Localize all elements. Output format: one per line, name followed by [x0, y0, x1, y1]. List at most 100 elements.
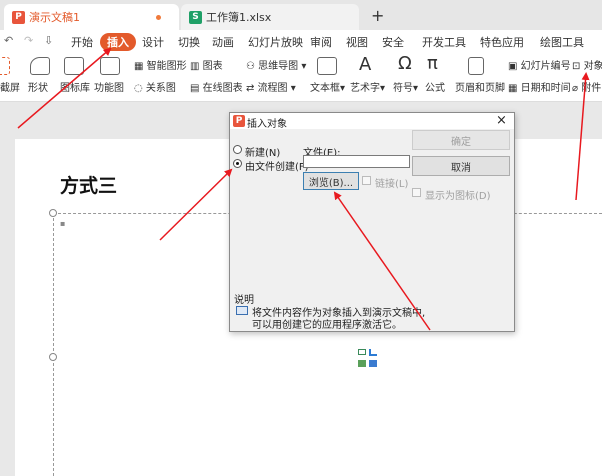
datetime-button[interactable]: ▦ 日期和时间: [508, 79, 571, 94]
tab-document[interactable]: P 演示文稿1: [4, 4, 179, 30]
flowchart-icon: ⇄: [246, 83, 258, 94]
resize-handle-left[interactable]: [49, 353, 57, 361]
mind-map-icon: ⚇: [246, 61, 259, 72]
menu-slideshow[interactable]: 幻灯片放映: [248, 34, 303, 50]
new-tab-button[interactable]: +: [371, 6, 384, 25]
close-icon[interactable]: ×: [496, 113, 507, 128]
file-path-field[interactable]: [303, 155, 410, 168]
header-footer-button[interactable]: 页眉和页脚: [455, 79, 505, 94]
wordart-label: 艺术字: [350, 83, 380, 94]
function-chart-icon: [100, 57, 120, 75]
table-icon[interactable]: [358, 349, 366, 355]
chart-placeholder-icon[interactable]: [369, 349, 377, 356]
presentation-icon: P: [12, 10, 25, 24]
shapes-icon: [30, 57, 50, 75]
ribbon: 截屏 形状 图标库 功能图 ▦ 智能图形 ◌ 关系图 ▥ 图表 ▤ 在线图表 ⚇…: [0, 52, 602, 102]
menu-bar: ↶ ↷ ⇩ 开始 插入 设计 切换 动画 幻灯片放映 审阅 视图 安全 开发工具…: [0, 30, 602, 52]
menu-transition[interactable]: 切换: [178, 34, 200, 50]
menu-design[interactable]: 设计: [142, 34, 164, 50]
placeholder-border-left: [53, 213, 54, 476]
gallery-icon: [64, 57, 84, 75]
gallery-button[interactable]: 图标库: [60, 79, 90, 94]
resize-handle-top-left[interactable]: [49, 209, 57, 217]
undo-icon[interactable]: ↶: [4, 34, 13, 47]
tab-workbook[interactable]: S 工作簿1.xlsx: [181, 4, 359, 30]
dialog-titlebar[interactable]: P 插入对象 ×: [230, 113, 514, 130]
wordart-button[interactable]: 艺术字▾: [350, 79, 385, 94]
paperclip-icon: ⌀: [572, 83, 582, 94]
menu-review[interactable]: 审阅: [310, 34, 332, 50]
radio-new[interactable]: [233, 145, 242, 154]
object-button[interactable]: ⊡ 对象: [572, 57, 602, 72]
ok-button[interactable]: 确定: [412, 130, 510, 150]
screenshot-icon: [0, 57, 10, 75]
online-chart-label: 在线图表: [202, 83, 243, 94]
online-chart-icon: ▤: [190, 83, 203, 94]
menu-animation[interactable]: 动画: [212, 34, 234, 50]
header-footer-icon: [468, 57, 484, 75]
redo-icon[interactable]: ↷: [24, 34, 33, 47]
formula-button[interactable]: 公式: [425, 79, 445, 94]
menu-view[interactable]: 视图: [346, 34, 368, 50]
show-as-icon-label: 显示为图标(D): [425, 191, 491, 202]
attachment-button[interactable]: ⌀ 附件: [572, 79, 601, 94]
wordart-icon: A: [359, 54, 372, 75]
link-checkbox[interactable]: [362, 176, 371, 185]
symbol-label: 符号: [393, 83, 413, 94]
chart-button[interactable]: ▥ 图表: [190, 57, 223, 72]
unsaved-dot-icon: [156, 15, 161, 20]
menu-features[interactable]: 特色应用: [480, 34, 524, 50]
menu-insert[interactable]: 插入: [100, 33, 136, 51]
shapes-button[interactable]: 形状: [28, 79, 48, 94]
show-as-icon-checkbox[interactable]: [412, 188, 421, 197]
object-icon: ⊡: [572, 61, 584, 72]
slide-number-button[interactable]: ▣ 幻灯片编号: [508, 57, 571, 72]
description-heading: 说明: [234, 295, 254, 306]
menu-drawing-tools[interactable]: 绘图工具: [540, 34, 584, 50]
customize-icon[interactable]: ⇩: [44, 34, 53, 47]
radio-from-file-label: 由文件创建(F): [245, 162, 309, 173]
tab-workbook-label: 工作簿1.xlsx: [206, 11, 272, 24]
radio-new-label: 新建(N): [245, 148, 281, 159]
menu-home[interactable]: 开始: [71, 34, 93, 50]
slide-number-icon: ▣: [508, 61, 521, 72]
textbox-label: 文本框: [310, 83, 340, 94]
smart-art-label: 智能图形: [146, 61, 187, 72]
symbol-button[interactable]: 符号▾: [393, 79, 418, 94]
smart-art-icon: ▦: [134, 61, 147, 72]
dialog-title: 插入对象: [247, 119, 287, 130]
cancel-button[interactable]: 取消: [412, 156, 510, 176]
function-chart-button[interactable]: 功能图: [94, 79, 124, 94]
screenshot-button[interactable]: 截屏: [0, 79, 20, 94]
relation-icon: ◌: [134, 83, 146, 94]
slide-title[interactable]: 方式三: [60, 171, 117, 198]
link-label: 链接(L): [375, 179, 409, 190]
placeholder-marker: ▪: [60, 219, 66, 228]
mind-map-button[interactable]: ⚇ 思维导图 ▾: [246, 57, 306, 72]
flowchart-button[interactable]: ⇄ 流程图 ▾: [246, 79, 296, 94]
presentation-icon: P: [233, 115, 245, 127]
chart-label: 图表: [202, 61, 223, 72]
insert-object-dialog: P 插入对象 × 新建(N) 由文件创建(F) 文件(E): 浏览(B)... …: [229, 112, 515, 332]
spreadsheet-icon: S: [189, 10, 202, 24]
online-chart-button[interactable]: ▤ 在线图表: [190, 79, 243, 94]
smart-art-button[interactable]: ▦ 智能图形: [134, 57, 187, 72]
formula-icon: π: [427, 53, 438, 74]
tab-document-label: 演示文稿1: [29, 11, 80, 24]
picture-icon[interactable]: [358, 360, 366, 367]
chart-icon: ▥: [190, 61, 203, 72]
menu-developer[interactable]: 开发工具: [422, 34, 466, 50]
relation-button[interactable]: ◌ 关系图: [134, 79, 176, 94]
attachment-label: 附件: [581, 83, 602, 94]
browse-button[interactable]: 浏览(B)...: [303, 172, 359, 190]
menu-security[interactable]: 安全: [382, 34, 404, 50]
mind-map-label: 思维导图: [258, 61, 299, 72]
datetime-label: 日期和时间: [520, 83, 571, 94]
radio-from-file[interactable]: [233, 159, 242, 168]
textbox-button[interactable]: 文本框▾: [310, 79, 345, 94]
object-label: 对象: [583, 61, 602, 72]
symbol-icon: Ω: [398, 53, 412, 74]
description-line-2: 可以用创建它的应用程序激活它。: [252, 320, 402, 331]
flowchart-label: 流程图: [257, 83, 288, 94]
media-icon[interactable]: [369, 360, 377, 367]
